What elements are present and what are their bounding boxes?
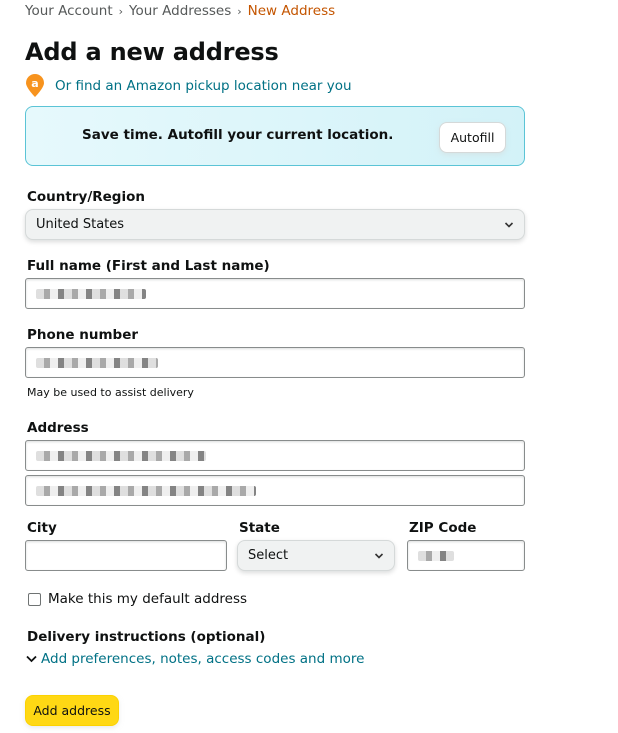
chevron-down-icon bbox=[374, 552, 384, 559]
city-input[interactable] bbox=[25, 540, 227, 571]
default-address-row[interactable]: Make this my default address bbox=[28, 591, 247, 607]
delivery-preferences-link[interactable]: Add preferences, notes, access codes and… bbox=[41, 651, 364, 667]
add-address-button[interactable]: Add address bbox=[25, 695, 119, 726]
state-value: Select bbox=[248, 548, 289, 563]
phone-label: Phone number bbox=[27, 327, 139, 343]
delivery-instructions-label: Delivery instructions (optional) bbox=[27, 629, 266, 645]
phone-hint: May be used to assist delivery bbox=[27, 386, 194, 399]
default-address-checkbox[interactable] bbox=[28, 592, 41, 606]
find-pickup-location-link[interactable]: Or find an Amazon pickup location near y… bbox=[55, 78, 352, 94]
breadcrumb-separator: › bbox=[237, 5, 242, 18]
phone-value-redacted bbox=[36, 357, 158, 368]
state-select[interactable]: Select bbox=[237, 540, 395, 571]
country-select[interactable]: United States bbox=[25, 209, 525, 240]
full-name-input[interactable] bbox=[25, 278, 525, 309]
breadcrumb-your-account[interactable]: Your Account bbox=[25, 3, 113, 19]
autofill-button[interactable]: Autofill bbox=[439, 122, 506, 153]
autofill-banner: Save time. Autofill your current locatio… bbox=[25, 106, 525, 166]
city-label: City bbox=[27, 520, 57, 536]
address-line2-value-redacted bbox=[36, 485, 256, 496]
breadcrumb-your-addresses[interactable]: Your Addresses bbox=[129, 3, 231, 19]
phone-input[interactable] bbox=[25, 347, 525, 378]
pickup-location-row: a Or find an Amazon pickup location near… bbox=[25, 74, 352, 98]
amazon-pickup-pin-icon: a bbox=[25, 74, 45, 98]
chevron-down-icon bbox=[26, 655, 37, 663]
address-line1-value-redacted bbox=[36, 450, 206, 461]
delivery-preferences-expander[interactable]: Add preferences, notes, access codes and… bbox=[26, 651, 364, 667]
default-address-label[interactable]: Make this my default address bbox=[48, 591, 247, 607]
page-title: Add a new address bbox=[25, 38, 279, 66]
zip-value-redacted bbox=[418, 550, 454, 561]
full-name-value-redacted bbox=[36, 288, 146, 299]
breadcrumb-separator: › bbox=[118, 5, 124, 18]
breadcrumb-new-address: New Address bbox=[247, 3, 336, 19]
svg-text:a: a bbox=[31, 77, 38, 90]
country-value: United States bbox=[36, 217, 125, 232]
zip-label: ZIP Code bbox=[409, 520, 477, 536]
state-label: State bbox=[239, 520, 280, 536]
chevron-down-icon bbox=[504, 221, 514, 228]
address-label: Address bbox=[27, 420, 89, 436]
autofill-message: Save time. Autofill your current locatio… bbox=[82, 127, 394, 143]
address-line2-input[interactable] bbox=[25, 475, 525, 506]
full-name-label: Full name (First and Last name) bbox=[27, 258, 270, 274]
country-label: Country/Region bbox=[27, 189, 145, 205]
zip-input[interactable] bbox=[407, 540, 525, 571]
breadcrumb: Your Account › Your Addresses › New Address bbox=[25, 3, 335, 19]
address-line1-input[interactable] bbox=[25, 440, 525, 471]
